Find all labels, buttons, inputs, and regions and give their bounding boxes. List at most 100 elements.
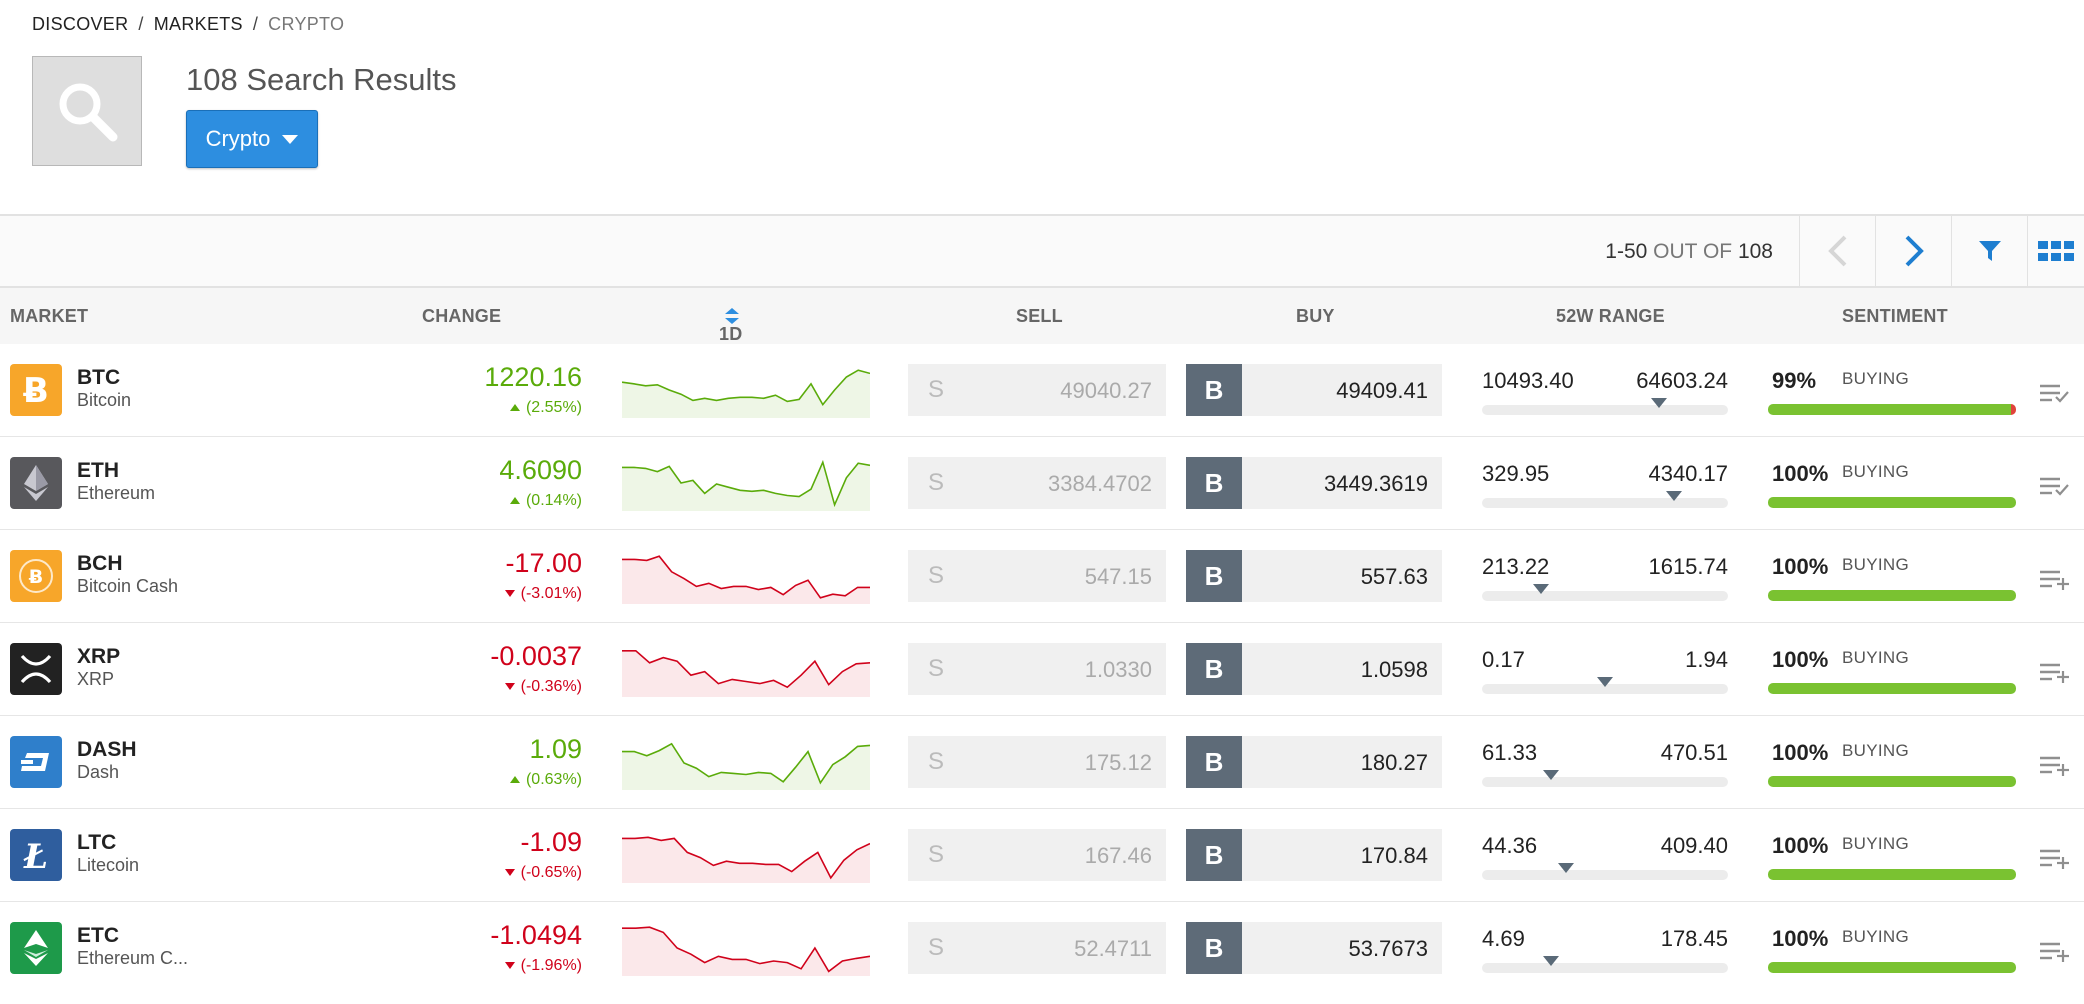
change-value: -17.00 bbox=[505, 548, 582, 578]
list-check-icon[interactable] bbox=[2038, 475, 2070, 497]
coin-name: Ethereum C... bbox=[77, 948, 189, 968]
coin-symbol[interactable]: ETC bbox=[77, 924, 119, 948]
list-add-icon[interactable] bbox=[2038, 661, 2070, 683]
sentiment-label: BUYING bbox=[1842, 555, 1909, 574]
range-marker-icon bbox=[1557, 863, 1574, 873]
buy-price-box[interactable]: 170.84 bbox=[1242, 829, 1442, 881]
coin-symbol[interactable]: LTC bbox=[77, 831, 116, 855]
range-low: 10493.40 bbox=[1482, 368, 1574, 393]
range-high: 178.45 bbox=[1660, 926, 1728, 951]
table-row-btc[interactable]: Ƀ BTC Bitcoin 1220.16 (2.55%) S 49040.27… bbox=[0, 344, 2084, 437]
header-sell[interactable]: SELL bbox=[1016, 306, 1063, 327]
buy-price: 1.0598 bbox=[1361, 657, 1428, 683]
buy-button[interactable]: B bbox=[1186, 922, 1242, 974]
sentiment-bar bbox=[1768, 869, 2016, 880]
list-check-icon[interactable] bbox=[2038, 382, 2070, 404]
coin-symbol[interactable]: XRP bbox=[77, 645, 120, 669]
sentiment-percent: 100% bbox=[1772, 461, 1829, 486]
change-value: 1220.16 bbox=[484, 362, 582, 392]
buy-price-box[interactable]: 53.7673 bbox=[1242, 922, 1442, 974]
buy-price: 557.63 bbox=[1361, 564, 1428, 590]
range-marker-icon bbox=[1665, 491, 1682, 501]
sell-label: S bbox=[928, 562, 945, 589]
table-row-dash[interactable]: DASH Dash 1.09 (0.63%) S 175.12 B 180.27… bbox=[0, 716, 2084, 809]
sell-button[interactable]: S 49040.27 bbox=[908, 364, 1166, 416]
header-period[interactable]: 1D bbox=[719, 306, 742, 344]
change-percent: (0.14%) bbox=[509, 492, 582, 510]
coin-symbol[interactable]: BCH bbox=[77, 552, 123, 576]
next-page-button[interactable] bbox=[1875, 216, 1952, 286]
crypto-filter-dropdown[interactable]: Crypto bbox=[186, 110, 318, 168]
table-row-xrp[interactable]: XRP XRP -0.0037 (-0.36%) S 1.0330 B 1.05… bbox=[0, 623, 2084, 716]
header-buy[interactable]: BUY bbox=[1296, 306, 1335, 327]
buy-price-box[interactable]: 1.0598 bbox=[1242, 643, 1442, 695]
buy-button[interactable]: B bbox=[1186, 829, 1242, 881]
breadcrumb-separator: / bbox=[252, 14, 259, 34]
range-low: 44.36 bbox=[1482, 833, 1538, 858]
sell-button[interactable]: S 52.4711 bbox=[908, 922, 1166, 974]
list-add-icon[interactable] bbox=[2038, 940, 2070, 962]
buy-price-fraction: .84 bbox=[1397, 843, 1428, 868]
range-high: 1615.74 bbox=[1648, 554, 1728, 579]
table-row-bch[interactable]: Ƀ BCH Bitcoin Cash -17.00 (-3.01%) S 547… bbox=[0, 530, 2084, 623]
header-change[interactable]: CHANGE bbox=[422, 306, 501, 327]
chevron-left-icon bbox=[1828, 235, 1847, 267]
sentiment-percent: 100% bbox=[1772, 554, 1829, 579]
header-period-label: 1D bbox=[719, 324, 743, 344]
list-add-icon[interactable] bbox=[2038, 754, 2070, 776]
sentiment-label: BUYING bbox=[1842, 834, 1909, 853]
coin-symbol[interactable]: ETH bbox=[77, 459, 119, 483]
sell-button[interactable]: S 547.15 bbox=[908, 550, 1166, 602]
table-row-ltc[interactable]: Ł LTC Litecoin -1.09 (-0.65%) S 167.46 B… bbox=[0, 809, 2084, 902]
breadcrumb-markets[interactable]: MARKETS bbox=[154, 14, 243, 34]
change-value: 4.6090 bbox=[499, 455, 582, 485]
sell-button[interactable]: S 1.0330 bbox=[908, 643, 1166, 695]
sell-label: S bbox=[928, 655, 945, 682]
list-add-icon[interactable] bbox=[2038, 847, 2070, 869]
prev-page-button[interactable] bbox=[1799, 216, 1876, 286]
table-row-eth[interactable]: ETH Ethereum 4.6090 (0.14%) S 3384.4702 … bbox=[0, 437, 2084, 530]
bitcoin-icon: Ƀ bbox=[23, 372, 49, 408]
change-percent: (-1.96%) bbox=[504, 957, 582, 975]
list-add-icon[interactable] bbox=[2038, 568, 2070, 590]
sparkline-chart bbox=[622, 369, 870, 418]
coin-name: XRP bbox=[77, 669, 115, 689]
filter-button[interactable] bbox=[1951, 216, 2028, 286]
sell-price: 175.12 bbox=[1084, 750, 1152, 775]
buy-price-box[interactable]: 49409.41 bbox=[1242, 364, 1442, 416]
sell-button[interactable]: S 3384.4702 bbox=[908, 457, 1166, 509]
range-high: 4340.17 bbox=[1648, 461, 1728, 486]
sentiment-bar bbox=[1768, 590, 2016, 601]
buy-price-box[interactable]: 557.63 bbox=[1242, 550, 1442, 602]
buy-price-fraction: .27 bbox=[1397, 750, 1428, 775]
range-low: 61.33 bbox=[1482, 740, 1538, 765]
search-icon bbox=[59, 83, 118, 142]
coin-symbol[interactable]: BTC bbox=[77, 366, 120, 390]
coin-logo: Ł bbox=[10, 829, 62, 881]
change-value: -1.0494 bbox=[490, 920, 582, 950]
pager-bar: 1-50 OUT OF 108 bbox=[0, 214, 2084, 288]
buy-price-box[interactable]: 180.27 bbox=[1242, 736, 1442, 788]
buy-button[interactable]: B bbox=[1186, 550, 1242, 602]
buy-button[interactable]: B bbox=[1186, 643, 1242, 695]
sentiment-percent: 99% bbox=[1772, 368, 1817, 393]
change-percent-value: (-0.36%) bbox=[520, 678, 582, 695]
header-market[interactable]: MARKET bbox=[10, 306, 88, 327]
grid-view-button[interactable] bbox=[2027, 216, 2084, 286]
sentiment-percent: 100% bbox=[1772, 833, 1829, 858]
sell-button[interactable]: S 175.12 bbox=[908, 736, 1166, 788]
breadcrumb-discover[interactable]: DISCOVER bbox=[32, 14, 128, 34]
change-percent: (-0.36%) bbox=[504, 678, 582, 696]
buy-price-main: 180 bbox=[1360, 750, 1398, 775]
buy-button[interactable]: B bbox=[1186, 736, 1242, 788]
coin-symbol[interactable]: DASH bbox=[77, 738, 137, 762]
buy-price-box[interactable]: 3449.3619 bbox=[1242, 457, 1442, 509]
sell-button[interactable]: S 167.46 bbox=[908, 829, 1166, 881]
arrow-down-icon bbox=[504, 962, 515, 969]
buy-button[interactable]: B bbox=[1186, 364, 1242, 416]
header-sentiment[interactable]: SENTIMENT bbox=[1842, 306, 1948, 327]
pager-total: 108 bbox=[1737, 240, 1773, 263]
table-row-etc[interactable]: ETC Ethereum C... -1.0494 (-1.96%) S 52.… bbox=[0, 902, 2084, 995]
buy-button[interactable]: B bbox=[1186, 457, 1242, 509]
header-52w-range[interactable]: 52W RANGE bbox=[1556, 306, 1665, 327]
